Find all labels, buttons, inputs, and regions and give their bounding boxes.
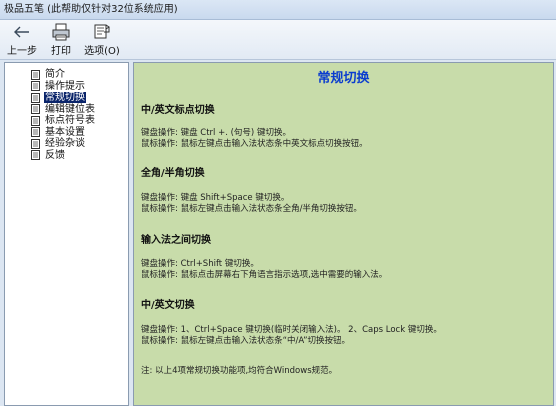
section-line: 鼠标操作: 鼠标点击屏幕右下角语言指示选项,选中需要的输入法。	[141, 270, 388, 280]
section-line: 鼠标操作: 鼠标左键点击输入法状态条中英文标点切换按钮。	[141, 139, 368, 149]
options-label: 选项(O)	[84, 46, 120, 57]
sidebar-item-label: 编辑键位表	[45, 103, 95, 115]
tree-list: 简介 操作提示 常规切换 编辑键位表 标点符号表 基本设置 经验杂谈 反馈	[31, 69, 96, 161]
document-icon	[31, 150, 40, 161]
sidebar-item-feedback[interactable]: 反馈	[31, 150, 96, 162]
print-label: 打印	[51, 46, 71, 57]
back-label: 上一步	[7, 46, 37, 57]
sidebar-item-label: 反馈	[45, 149, 65, 161]
document-icon	[31, 115, 40, 126]
document-icon	[31, 104, 40, 115]
section-line: 鼠标操作: 鼠标左键点击输入法状态条“中/A”切换按钮。	[141, 336, 351, 346]
sidebar-tree[interactable]: 简介 操作提示 常规切换 编辑键位表 标点符号表 基本设置 经验杂谈 反馈	[4, 62, 129, 406]
sidebar-item-switching[interactable]: 常规切换	[31, 92, 96, 104]
document-icon	[31, 92, 40, 103]
section-line: 鼠标操作: 鼠标左键点击输入法状态条全角/半角切换按钮。	[141, 204, 362, 214]
sidebar-item-label: 常规切换	[44, 92, 86, 104]
back-button[interactable]: 上一步	[4, 23, 40, 57]
toolbar: 上一步 打印 选项(O)	[0, 20, 556, 60]
sidebar-item-experience[interactable]: 经验杂谈	[31, 138, 96, 150]
options-button[interactable]: 选项(O)	[82, 23, 122, 57]
window-title-bar: 极品五笔 (此帮助仅针对32位系统应用)	[0, 0, 556, 20]
back-arrow-icon	[12, 23, 32, 41]
section-heading: 中/英文切换	[141, 300, 195, 311]
sidebar-item-label: 操作提示	[45, 80, 85, 92]
help-content-pane: 常规切换 中/英文标点切换 键盘操作: 键盘 Ctrl +. (句号) 键切换。…	[133, 62, 554, 406]
document-icon	[31, 127, 40, 138]
document-icon	[31, 69, 40, 80]
note-text: 注: 以上4项常规切换功能项,均符合Windows规范。	[141, 366, 338, 376]
page-title: 常规切换	[317, 71, 370, 86]
sidebar-item-tips[interactable]: 操作提示	[31, 81, 96, 93]
sidebar-item-intro[interactable]: 简介	[31, 69, 96, 81]
document-icon	[31, 138, 40, 149]
options-icon	[92, 23, 112, 41]
section-heading: 输入法之间切换	[141, 235, 211, 246]
printer-icon	[51, 23, 71, 41]
sidebar-item-label: 基本设置	[45, 126, 85, 138]
section-heading: 全角/半角切换	[141, 168, 205, 179]
print-button[interactable]: 打印	[44, 23, 78, 57]
sidebar-item-settings[interactable]: 基本设置	[31, 127, 96, 139]
sidebar-item-punctuation[interactable]: 标点符号表	[31, 115, 96, 127]
sidebar-item-label: 简介	[45, 69, 65, 81]
sidebar-item-label: 经验杂谈	[45, 138, 85, 150]
document-icon	[31, 81, 40, 92]
sidebar-item-label: 标点符号表	[45, 115, 95, 127]
section-heading: 中/英文标点切换	[141, 105, 215, 116]
window-title: 极品五笔 (此帮助仅针对32位系统应用)	[4, 4, 178, 15]
sidebar-item-keymap[interactable]: 编辑键位表	[31, 104, 96, 116]
